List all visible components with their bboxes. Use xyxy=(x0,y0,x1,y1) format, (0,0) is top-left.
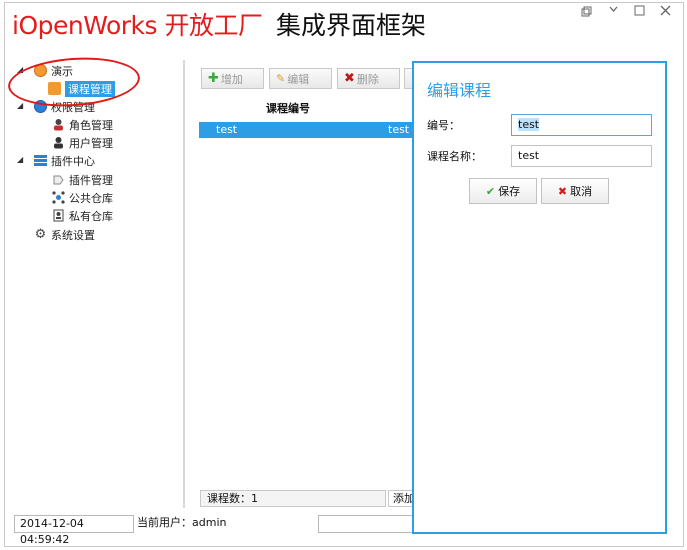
sidebar-item-label: 插件中心 xyxy=(51,154,95,168)
close-icon[interactable] xyxy=(660,5,671,19)
sidebar-item-label: 私有仓库 xyxy=(69,209,113,223)
add-button-label: 增加 xyxy=(220,72,243,86)
course-name-input[interactable]: test xyxy=(511,145,652,167)
sidebar-item-label: 用户管理 xyxy=(69,136,113,150)
add-button[interactable]: ✚ 增加 xyxy=(201,68,264,89)
code-label: 编号： xyxy=(427,119,460,132)
save-button-label: 保存 xyxy=(498,185,521,198)
restore-icon[interactable] xyxy=(581,6,592,20)
minimize-icon[interactable] xyxy=(608,3,619,17)
table-cell-code: test xyxy=(216,123,238,136)
cancel-button[interactable]: ✖ 取消 xyxy=(541,178,609,204)
panel-splitter[interactable] xyxy=(183,60,185,508)
plugin-center-icon xyxy=(34,154,47,167)
public-repo-icon xyxy=(52,191,65,204)
close-icon: ✖ xyxy=(557,184,568,198)
status-panel xyxy=(318,515,414,533)
status-user: 当前用户：admin xyxy=(137,516,227,529)
delete-button[interactable]: ✖ 删除 xyxy=(337,68,400,89)
table-cell-name: test xyxy=(388,123,410,136)
code-input-value: test xyxy=(518,118,540,131)
column-header-course-code[interactable]: 课程编号 xyxy=(266,100,310,116)
app-title: 集成界面框架 xyxy=(276,11,427,40)
plugin-icon xyxy=(52,173,65,186)
app-title-brand: iOpenWorks 开放工厂 xyxy=(12,11,263,40)
sidebar-item-label: 角色管理 xyxy=(69,118,113,132)
private-repo-icon xyxy=(52,209,65,222)
sidebar-item-user[interactable]: 用户管理 xyxy=(52,134,113,151)
name-label: 课程名称： xyxy=(427,150,482,163)
check-icon: ✔ xyxy=(485,184,496,198)
delete-icon: ✖ xyxy=(344,71,355,86)
role-icon xyxy=(52,118,65,131)
sidebar-item-plugin[interactable]: 插件管理 xyxy=(52,171,113,188)
user-icon xyxy=(52,136,65,149)
status-time: 2014-12-04 04:59:42 xyxy=(14,515,134,546)
dialog-title: 编辑课程 xyxy=(427,81,492,100)
sidebar-item-role[interactable]: 角色管理 xyxy=(52,116,113,133)
edit-button[interactable]: ✎ 编辑 xyxy=(269,68,332,89)
plus-icon: ✚ xyxy=(208,71,219,86)
code-input[interactable]: test xyxy=(511,114,652,136)
sidebar-item-label: 系统设置 xyxy=(51,228,95,242)
sidebar-item-settings[interactable]: ⚙ 系统设置 xyxy=(34,226,95,243)
edit-button-label: 编辑 xyxy=(287,72,310,86)
sidebar-item-public-repo[interactable]: 公共仓库 xyxy=(52,189,113,206)
sidebar-item-label: 插件管理 xyxy=(69,173,113,187)
sidebar-tree: ◢ 演示 课程管理 ◢ 权限管理 角色管理 用户管理 ◢ 插件中心 插件管理 公… xyxy=(8,60,180,500)
delete-button-label: 删除 xyxy=(356,72,379,86)
add-link[interactable]: 添加 xyxy=(388,490,414,507)
save-button[interactable]: ✔ 保存 xyxy=(469,178,537,204)
expand-arrow-icon[interactable]: ◢ xyxy=(17,155,23,164)
cancel-button-label: 取消 xyxy=(570,185,593,198)
sidebar-item-private-repo[interactable]: 私有仓库 xyxy=(52,207,113,224)
name-input-value: test xyxy=(518,149,540,162)
maximize-icon[interactable] xyxy=(634,5,645,19)
expand-arrow-icon[interactable]: ◢ xyxy=(17,101,23,110)
course-count: 课程数：1 xyxy=(200,490,386,507)
sidebar-item-label: 公共仓库 xyxy=(69,191,113,205)
sidebar-item-plugin-center[interactable]: 插件中心 xyxy=(34,152,95,169)
gear-icon: ⚙ xyxy=(34,227,47,242)
pencil-icon: ✎ xyxy=(276,72,286,85)
